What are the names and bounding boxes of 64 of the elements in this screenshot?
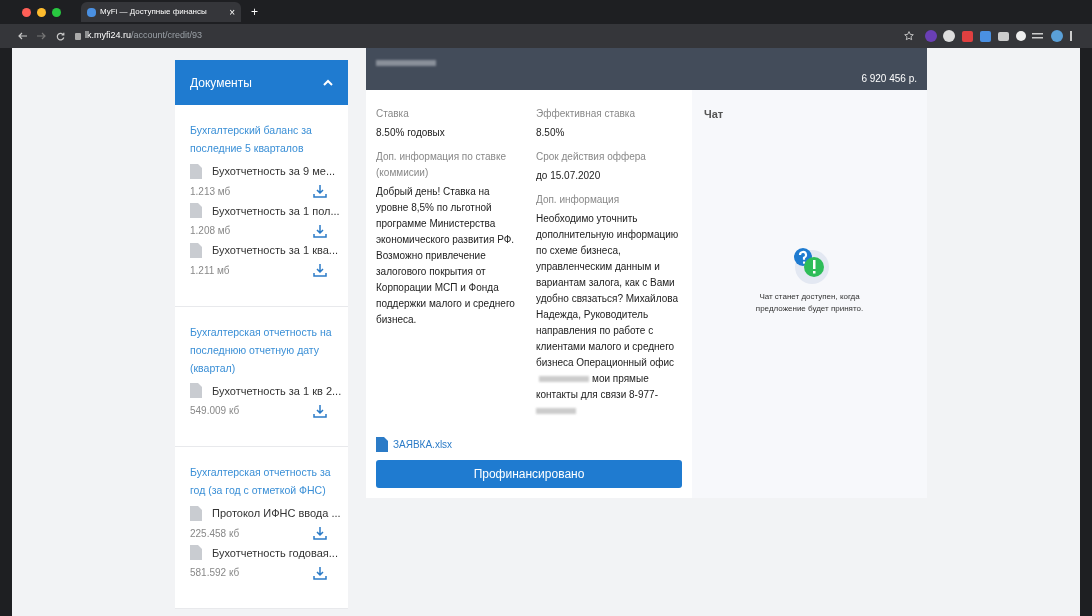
chat-unavailable-message: Чат станет доступен, когда предложение будет принято. [754, 291, 865, 316]
chevron-up-icon[interactable] [323, 79, 333, 86]
file-name[interactable]: Бухотчетность годовая... [212, 544, 338, 561]
favicon-icon [87, 7, 96, 17]
field-label: Доп. информация по ставке (коммисии) [376, 150, 507, 180]
file-size: 1.213 мб [190, 184, 231, 199]
download-icon[interactable] [313, 565, 327, 580]
file-size: 1.211 мб [190, 263, 230, 278]
field-value: 8.50% годовых [376, 126, 446, 140]
file-icon [190, 383, 202, 399]
redacted-block [376, 60, 436, 66]
field-value: до 15.07.2020 [536, 169, 602, 183]
file-size: 581.592 кб [190, 566, 240, 580]
file-size: 549.009 кб [190, 404, 240, 418]
file-name[interactable]: Бухотчетность за 1 ква... [212, 242, 339, 259]
field-value: Добрый день! Ставка на уровне 8,5% по льготной программе Министерства экономического развития РФ. Возможно привлечение залогового покрытия от Корпорации МСП и Фонда поддержки малого и среднего бизнеса. [376, 185, 516, 327]
documents-title: Документы [190, 74, 252, 92]
new-tab-button[interactable]: + [251, 3, 258, 21]
file-name[interactable]: Протокол ИФНС ввода ... [212, 505, 341, 522]
file-icon [190, 505, 202, 521]
download-icon[interactable] [313, 526, 327, 540]
field-label: Эффективная ставка [536, 107, 636, 121]
document-group-title[interactable]: Бухгалтерская отчетность на последнюю отчетную дату (квартал) [190, 322, 333, 377]
download-icon[interactable] [313, 184, 327, 198]
file-size: 225.458 кб [190, 526, 240, 541]
offer-amount: 6 920 456 р. [861, 72, 917, 86]
url-host: lk.myfi24.ru [85, 29, 131, 43]
attachment-link[interactable]: ЗАЯВКА.xlsx [393, 437, 453, 452]
file-icon [190, 242, 202, 258]
lock-icon [75, 32, 81, 40]
field-label: Срок действия оффера [536, 150, 647, 164]
tab-close-button[interactable]: × [229, 4, 235, 20]
file-name[interactable]: Бухотчетность за 1 кв 2... [212, 382, 342, 399]
field-value: Необходимо уточнить дополнительную информацию по схеме бизнеса, управленческим данным и вариантам залога, как с Вами удобно связаться? Михайлова Надежда, Руководитель направления по работе с клиентами малого и среднего бизнеса Операционный офис мои прямые контакты для связи 8-977- [536, 211, 682, 419]
browser-tab[interactable]: MyFi — Доступные финансы × [81, 2, 241, 22]
bookmark-star-icon[interactable] [904, 31, 914, 41]
file-name[interactable]: Бухотчетность за 1 пол... [212, 202, 340, 219]
document-group-title[interactable]: Бухгалтерский баланс за последние 5 кварталов [190, 121, 333, 157]
file-icon [190, 545, 202, 561]
field-label: Доп. информация [536, 193, 621, 207]
financed-button[interactable]: Профинансировано [376, 460, 682, 488]
download-icon[interactable] [313, 403, 327, 418]
file-name[interactable]: Бухотчетность за 9 ме... [212, 163, 336, 180]
forward-icon[interactable] [37, 32, 46, 40]
extension-icons-drawing[interactable] [924, 29, 1074, 43]
redacted-block [539, 376, 589, 383]
maximize-window-icon[interactable] [52, 7, 61, 17]
url-path: /account/credit/93 [131, 29, 203, 43]
field-label: Ставка [376, 107, 410, 121]
document-group-title[interactable]: Бухгалтерская отчетность за год (за год с отметкой ФНС) [190, 463, 333, 499]
back-icon[interactable] [18, 32, 27, 40]
close-window-icon[interactable] [22, 7, 31, 17]
reload-icon[interactable] [56, 31, 65, 41]
file-icon [190, 163, 202, 179]
file-size: 1.208 мб [190, 224, 231, 238]
document-icon [376, 437, 388, 452]
field-value: 8.50% [536, 126, 566, 140]
download-icon[interactable] [313, 223, 327, 238]
minimize-window-icon[interactable] [37, 7, 46, 17]
download-icon[interactable] [313, 263, 327, 277]
file-icon [190, 203, 202, 219]
redacted-block [536, 408, 576, 415]
documents-header[interactable]: Документы [175, 60, 348, 105]
chat-title: Чат [704, 107, 725, 122]
